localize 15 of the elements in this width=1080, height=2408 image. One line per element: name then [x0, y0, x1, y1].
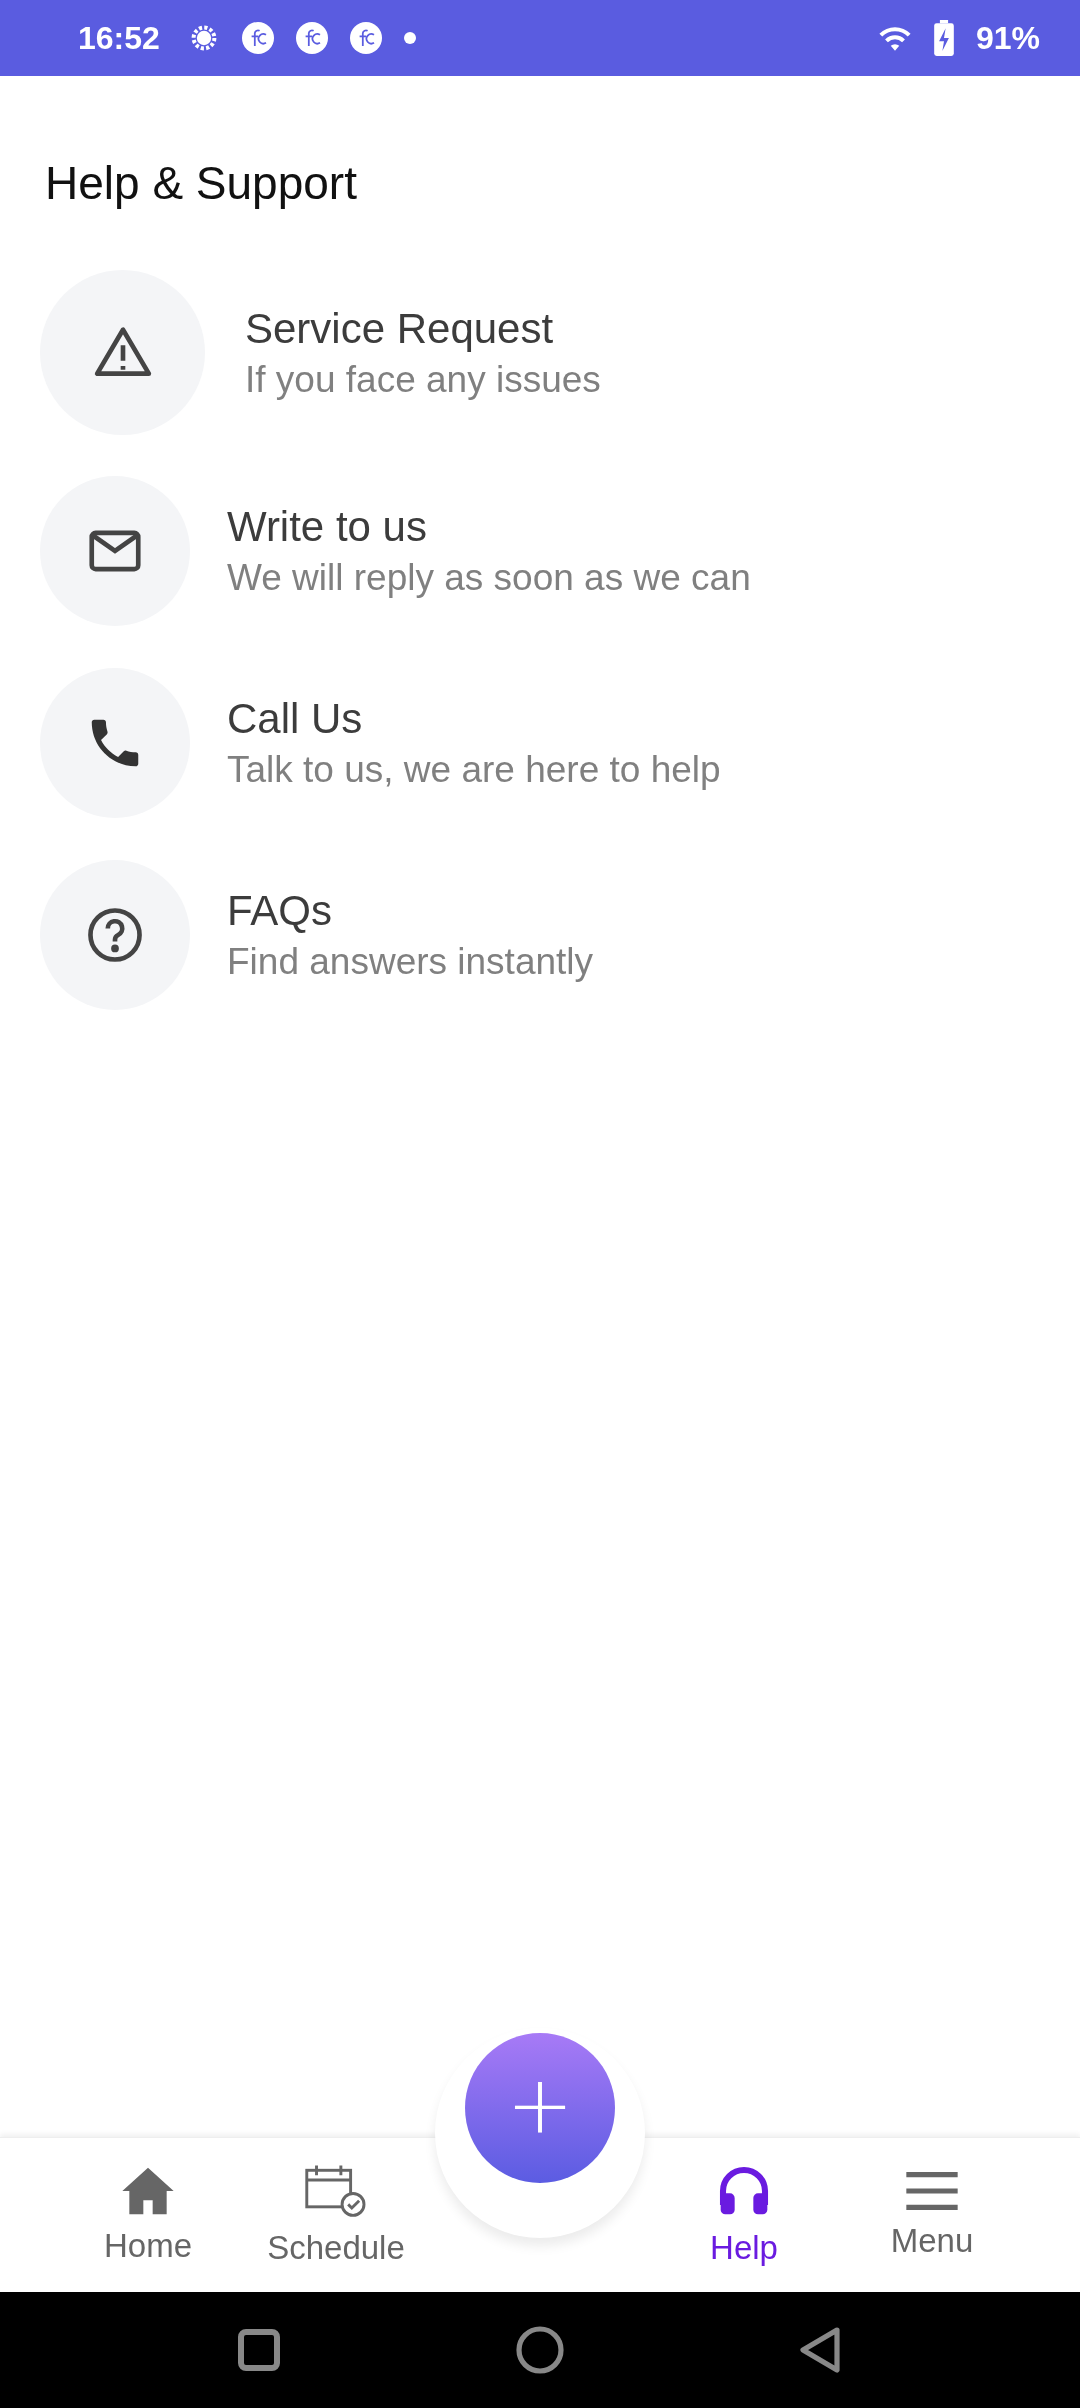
item-subtitle: We will reply as soon as we can	[227, 557, 751, 599]
nav-tab[interactable]: Help	[650, 2138, 838, 2292]
battery-percent: 91%	[975, 19, 1040, 57]
item-title[interactable]: FAQs	[227, 887, 333, 935]
item-subtitle: Talk to us, we are here to help	[227, 749, 721, 791]
nav-tab[interactable]: Menu	[838, 2138, 1026, 2292]
item-subtitle: If you face any issues	[245, 358, 601, 401]
page-title: Help & Support	[45, 156, 357, 210]
item-title[interactable]: Service Request	[245, 304, 554, 353]
item-title[interactable]: Write to us	[227, 503, 427, 551]
item-title[interactable]: Call Us	[227, 695, 363, 743]
nav-tab[interactable]: Home	[54, 2138, 242, 2292]
nav-tab[interactable]: Schedule	[242, 2138, 430, 2292]
item-subtitle: Find answers instantly	[227, 941, 594, 983]
status-time: 16:52	[78, 19, 160, 57]
